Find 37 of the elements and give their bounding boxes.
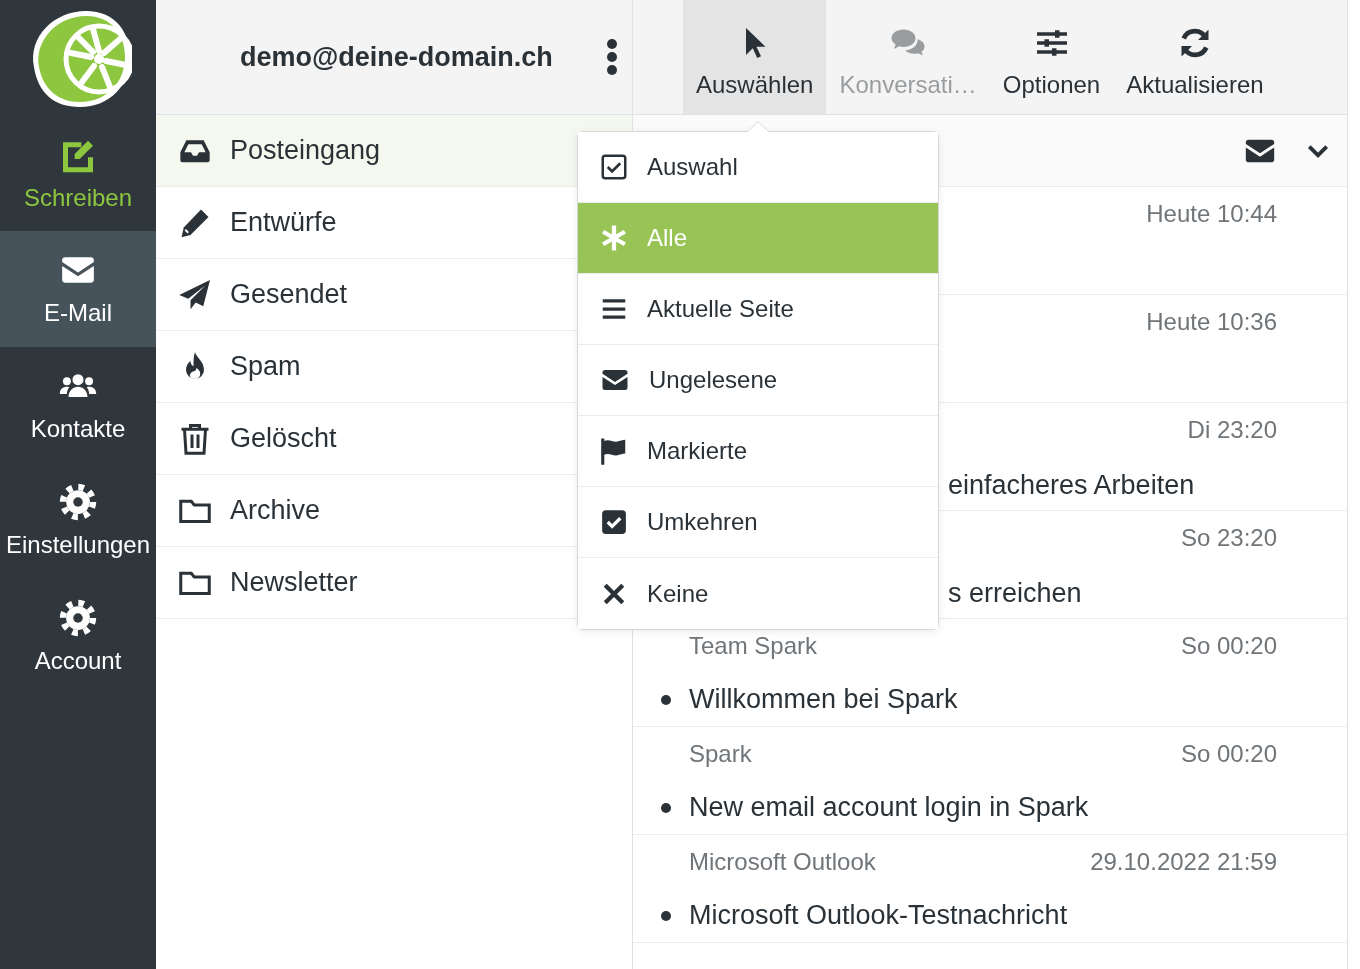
asterisk-icon <box>599 223 629 253</box>
toolbar-button[interactable]: Optionen <box>989 0 1114 114</box>
message-date: Heute 10:44 <box>1146 200 1277 228</box>
nav-item[interactable]: Schreiben <box>0 115 156 231</box>
message-date: So 00:20 <box>1180 632 1277 660</box>
folder-item[interactable]: Posteingang <box>156 115 632 187</box>
checkbox-icon <box>599 152 629 182</box>
message-subject[interactable]: New email account login in Spark <box>689 792 1089 823</box>
toolbar-button[interactable]: Aktualisieren <box>1113 0 1277 114</box>
menu-item[interactable]: Aktuelle Seite <box>578 274 938 345</box>
more-options-icon[interactable] <box>606 39 618 75</box>
menu-item[interactable]: Ungelesene <box>578 345 938 416</box>
message-date: 29.10.2022 21:59 <box>1090 848 1277 876</box>
account-email: demo@deine-domain.ch <box>240 41 554 73</box>
message-subject[interactable]: Willkommen bei Spark <box>689 684 958 715</box>
nav-item[interactable]: Einstellungen <box>0 463 156 579</box>
message-subject[interactable]: einfacheres Arbeiten <box>948 470 1195 501</box>
menu-item[interactable]: Markierte <box>578 416 938 487</box>
menu-item[interactable]: Auswahl <box>578 132 938 203</box>
gear-icon <box>59 483 97 521</box>
message-sender: Team Spark <box>689 632 818 660</box>
menu-item[interactable]: Umkehren <box>578 487 938 558</box>
message-subject[interactable]: Microsoft Outlook-Testnachricht <box>689 900 1068 931</box>
message-date: So 23:20 <box>1180 524 1277 552</box>
message-date: Heute 10:36 <box>1146 308 1277 336</box>
nav-item[interactable]: E-Mail <box>0 231 156 347</box>
message-sender: Spark <box>689 740 752 768</box>
message-date: Di 23:20 <box>1187 416 1277 444</box>
toolbar-button[interactable]: Auswählen <box>683 0 827 114</box>
message-subject[interactable]: s erreichen <box>948 578 1082 609</box>
message-date: So 00:20 <box>1180 740 1277 768</box>
checked-box-icon <box>599 507 629 537</box>
gear-icon <box>59 599 97 637</box>
nav-item[interactable]: Account <box>0 579 156 695</box>
menu-item[interactable]: Keine <box>578 558 938 629</box>
nav-item[interactable]: Kontakte <box>0 347 156 463</box>
message-sender: Microsoft Outlook <box>689 848 876 876</box>
